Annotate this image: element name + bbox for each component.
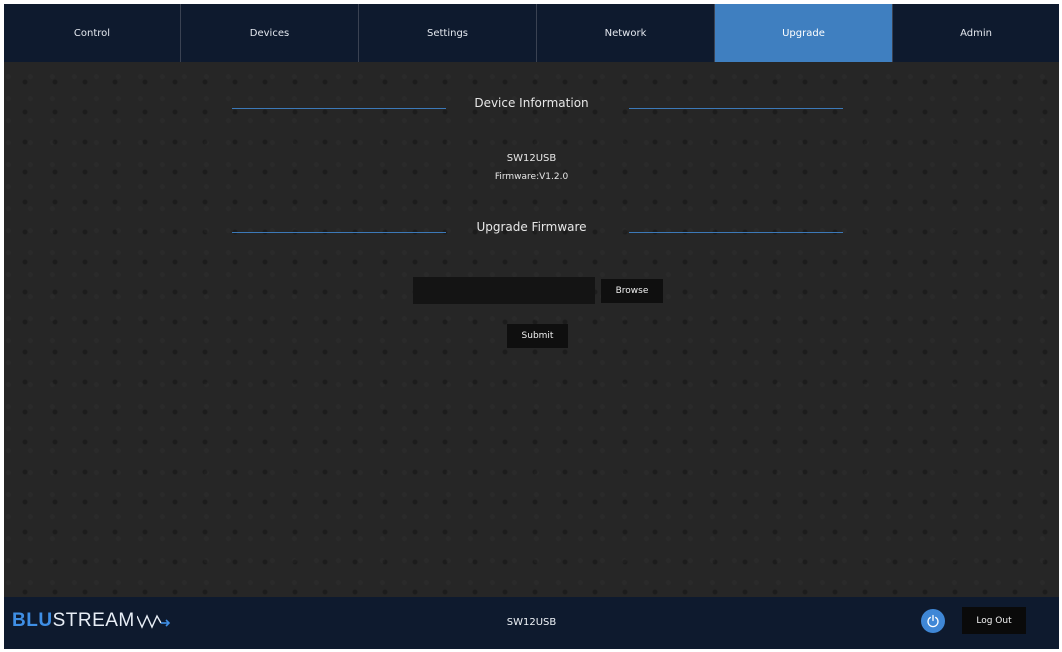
device-model: SW12USB bbox=[506, 153, 557, 164]
tab-upgrade[interactable]: Upgrade bbox=[715, 4, 893, 62]
upgrade-firmware-title: Upgrade Firmware bbox=[476, 220, 587, 234]
section-rule-right bbox=[629, 108, 843, 109]
firmware-version: Firmware:V1.2.0 bbox=[494, 172, 569, 182]
footer-device-name: SW12USB bbox=[506, 617, 557, 628]
power-icon bbox=[927, 614, 939, 628]
tab-network[interactable]: Network bbox=[537, 4, 715, 62]
logout-button[interactable]: Log Out bbox=[962, 607, 1026, 634]
firmware-file-input[interactable] bbox=[413, 277, 595, 304]
browse-button[interactable]: Browse bbox=[601, 279, 663, 303]
device-info-title: Device Information bbox=[474, 96, 589, 110]
top-nav: Control Devices Settings Network Upgrade… bbox=[4, 4, 1059, 62]
section-rule-right bbox=[629, 232, 843, 233]
tab-admin[interactable]: Admin bbox=[893, 4, 1059, 62]
tab-settings[interactable]: Settings bbox=[359, 4, 537, 62]
submit-button[interactable]: Submit bbox=[507, 324, 568, 348]
footer-bar: BLU STREAM SW12USB Log Out bbox=[4, 597, 1059, 649]
app-frame: Control Devices Settings Network Upgrade… bbox=[4, 4, 1059, 649]
tab-control[interactable]: Control bbox=[4, 4, 181, 62]
power-button[interactable] bbox=[921, 609, 945, 633]
tab-devices[interactable]: Devices bbox=[181, 4, 359, 62]
